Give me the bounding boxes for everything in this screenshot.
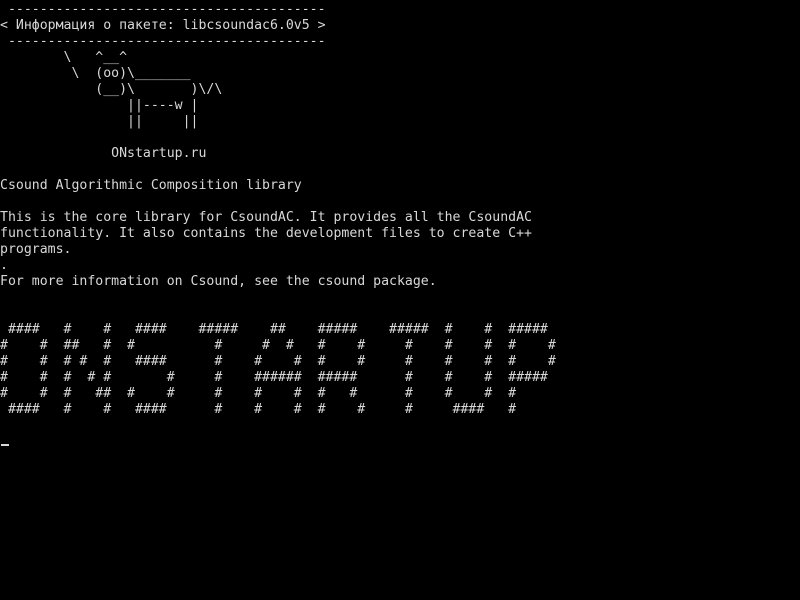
cowsay-ascii-line: \ (oo)\_______	[0, 66, 191, 81]
banner-text-line: # # # ## # # # # # # # # # # #	[0, 386, 517, 401]
package-description-line: For more information on Csound, see the …	[0, 274, 437, 289]
speech-bubble-text: < Информация о пакете: libcsoundac6.0v5 …	[0, 18, 326, 33]
cowsay-ascii-line: ||----w |	[0, 98, 199, 113]
text-cursor	[1, 444, 9, 446]
speech-bubble-bottom-border: ----------------------------------------	[0, 34, 326, 49]
banner-text-line: #### # # #### ##### ## ##### ##### # # #…	[0, 322, 548, 337]
site-name: ONstartup.ru	[0, 146, 207, 161]
cowsay-ascii-line: (__)\ )\/\	[0, 82, 223, 97]
terminal-screen[interactable]: ----------------------------------------…	[0, 0, 800, 600]
speech-bubble-top-border: ----------------------------------------	[0, 2, 326, 17]
banner-text-line: # # # # # #### # # # # # # # # # #	[0, 354, 556, 369]
package-description-line: This is the core library for CsoundAC. I…	[0, 210, 532, 225]
cowsay-ascii-line: \ ^__^	[0, 50, 128, 65]
package-description-line: .	[0, 258, 8, 273]
package-summary: Csound Algorithmic Composition library	[0, 178, 302, 193]
cowsay-ascii-line: || ||	[0, 114, 199, 129]
banner-text-line: # # ## # # # # # # # # # # # #	[0, 338, 556, 353]
banner-text-line: # # # # # # # ###### ##### # # # #####	[0, 370, 548, 385]
package-description-line: programs.	[0, 242, 72, 257]
banner-text-line: #### # # #### # # # # # # #### #	[0, 402, 517, 417]
package-description-line: functionality. It also contains the deve…	[0, 226, 532, 241]
